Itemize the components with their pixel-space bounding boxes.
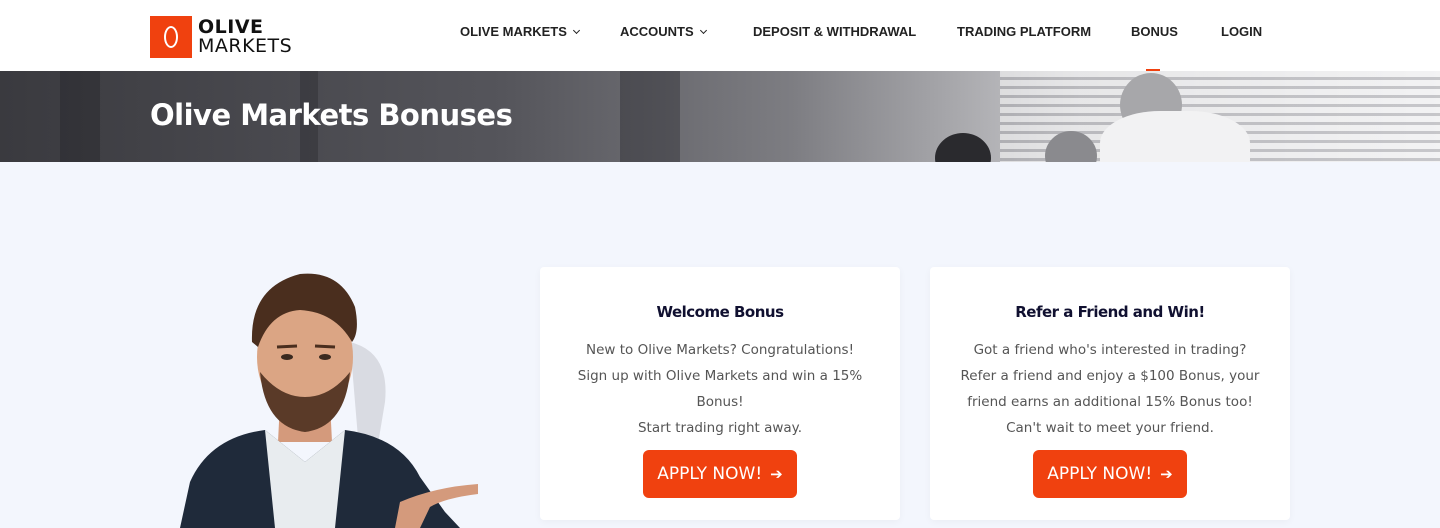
card-description-line: Refer a friend and enjoy a $100 Bonus, y… [960,368,1260,384]
welcome-bonus-card: Welcome Bonus New to Olive Markets? Cong… [540,267,900,520]
card-description: New to Olive Markets? Congratulations! S… [560,337,880,441]
nav-item-olive-markets[interactable]: OLIVE MARKETS [460,24,580,39]
arrow-right-icon: ➔ [770,465,783,483]
hero-photo-detail [60,71,100,162]
apply-now-button[interactable]: APPLY NOW! ➔ [1033,450,1187,498]
card-description-line: friend earns an additional 15% Bonus too… [967,394,1253,410]
logo-mark-icon [150,16,192,58]
nav-item-deposit-withdrawal[interactable]: DEPOSIT & WITHDRAWAL [753,24,916,39]
card-description-line: Sign up with Olive Markets and win a 15% [577,368,863,384]
apply-now-label: APPLY NOW! [657,464,763,484]
apply-now-label: APPLY NOW! [1047,464,1153,484]
nav-item-accounts[interactable]: ACCOUNTS [620,24,707,39]
arrow-right-icon: ➔ [1160,465,1173,483]
card-title: Welcome Bonus [656,303,784,321]
nav-item-label: BONUS [1131,24,1178,39]
card-description-line: Can't wait to meet your friend. [1006,420,1214,436]
hero-photo-person [1100,111,1250,162]
refer-friend-card: Refer a Friend and Win! Got a friend who… [930,267,1290,520]
page-title: Olive Markets Bonuses [150,98,513,132]
card-description-line: Got a friend who's interested in trading… [973,342,1247,358]
site-header: OLIVE MARKETS OLIVE MARKETS ACCOUNTS DEP… [0,0,1440,71]
nav-item-bonus[interactable]: BONUS [1131,24,1178,39]
nav-item-label: OLIVE MARKETS [460,24,567,39]
hero-photo-detail [620,71,680,162]
card-title: Refer a Friend and Win! [1015,303,1205,321]
nav-item-trading-platform[interactable]: TRADING PLATFORM [957,24,1091,39]
man-pointing-illustration [180,273,478,528]
card-description: Got a friend who's interested in trading… [950,337,1270,441]
card-description-line: Bonus! [696,394,744,410]
brand-wordmark: OLIVE MARKETS [198,18,292,56]
apply-now-button[interactable]: APPLY NOW! ➔ [643,450,797,498]
nav-item-label: LOGIN [1221,24,1263,39]
nav-item-label: ACCOUNTS [620,24,694,39]
chevron-down-icon [572,26,580,34]
brand-line2: MARKETS [198,35,293,57]
brand-logo[interactable]: OLIVE MARKETS [150,16,292,58]
hero-banner: Olive Markets Bonuses [0,71,1440,162]
hero-photo-person [935,133,991,162]
nav-item-label: DEPOSIT & WITHDRAWAL [753,24,917,39]
card-description-line: New to Olive Markets? Congratulations! [585,342,854,358]
card-description-line: Start trading right away. [637,420,803,436]
nav-item-login[interactable]: LOGIN [1221,24,1262,39]
nav-item-label: TRADING PLATFORM [957,24,1092,39]
chevron-down-icon [699,26,707,34]
